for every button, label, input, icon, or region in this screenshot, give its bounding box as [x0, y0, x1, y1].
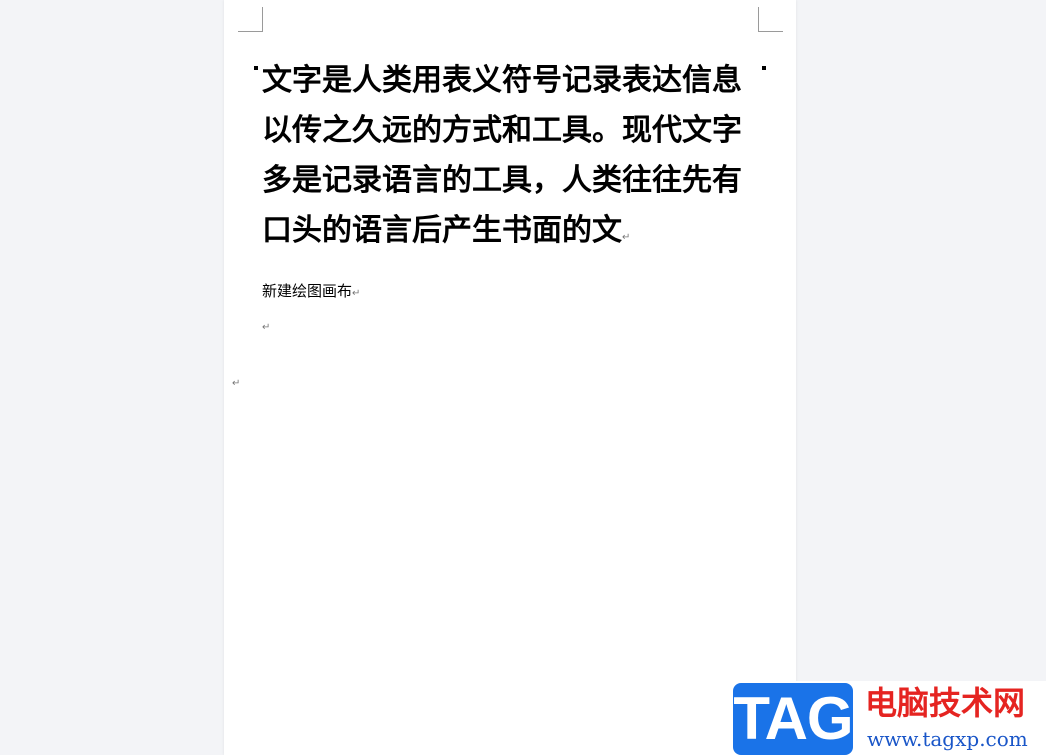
drawing-canvas-label[interactable]: 新建绘图画布 [262, 282, 352, 300]
document-page[interactable]: 文字是人类用表义符号记录表达信息以传之久远的方式和工具。现代文字多是记录语言的工… [224, 0, 796, 755]
selection-handle-left[interactable] [254, 66, 258, 70]
empty-paragraph-mark[interactable]: ↵ [262, 322, 270, 333]
document-workspace[interactable]: 文字是人类用表义符号记录表达信息以传之久远的方式和工具。现代文字多是记录语言的工… [0, 0, 1046, 755]
drawing-canvas-paragraph[interactable]: 新建绘图画布↵ [262, 280, 360, 301]
tag-logo-badge: TAG [733, 683, 854, 755]
paragraph-mark: ↵ [622, 232, 631, 243]
watermark-url: www.tagxp.com [867, 727, 1028, 751]
margin-corner-top-right [758, 7, 783, 32]
body-paragraph[interactable]: 文字是人类用表义符号记录表达信息以传之久远的方式和工具。现代文字多是记录语言的工… [262, 56, 762, 263]
selection-handle-right[interactable] [762, 66, 766, 70]
empty-paragraph-mark[interactable]: ↵ [232, 378, 240, 389]
margin-corner-top-left [238, 7, 263, 32]
site-watermark: TAG 电脑技术网 www.tagxp.com [731, 681, 1046, 755]
paragraph-mark: ↵ [352, 288, 361, 299]
watermark-title: 电脑技术网 [865, 684, 1026, 722]
body-paragraph-text[interactable]: 文字是人类用表义符号记录表达信息以传之久远的方式和工具。现代文字多是记录语言的工… [262, 63, 742, 248]
